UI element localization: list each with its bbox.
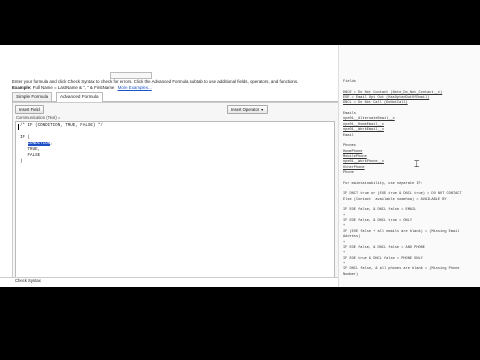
notes-line: +	[343, 251, 346, 256]
code-line: TRUE,	[20, 148, 41, 152]
notes-line: +	[343, 213, 346, 218]
code-line: /* IF (CONDITION, TRUE, FALSE) */	[20, 124, 103, 128]
notes-line: +	[343, 240, 346, 245]
example-text: Full Name = LastName & ", " & FirstName	[32, 85, 115, 90]
notes-line: DNCL = Do Not Call (DoNotCall)	[343, 101, 408, 106]
notes-line: Phones	[343, 144, 356, 149]
formula-textarea[interactable]: /* IF (CONDITION, TRUE, FALSE) */ IF ( C…	[15, 121, 335, 278]
notes-line: Email	[343, 133, 354, 138]
notes-line: npe01__AlternateEmail__c	[343, 117, 395, 122]
notes-line: EOE = Email Opt Out (HasOptedOutOfEmail)	[343, 96, 430, 101]
more-examples-link[interactable]: More Examples...	[118, 85, 152, 90]
text-cursor-icon: ⌶	[414, 159, 420, 169]
code-line: FALSE	[20, 154, 41, 158]
tab-simple-formula[interactable]: Simple Formula	[12, 92, 53, 101]
selected-token: CONDITION	[27, 142, 51, 146]
notes-line: MobilePhone	[343, 154, 367, 159]
check-syntax-button[interactable]: Check Syntax	[15, 278, 41, 283]
instructions-text: Enter your formula and click Check Synta…	[12, 79, 299, 84]
notes-line: npe01__WorkPhone__c	[343, 160, 384, 165]
notes-line: Else (Contact available somehow) = AVAIL…	[343, 197, 447, 202]
notes-line: IF (EOE false + all emails are blank) = …	[343, 229, 460, 234]
notes-line: IF DNCT true or (EOE true & DNCL true) =…	[343, 192, 462, 197]
notes-line: DNCE = Do Not Contact (Note_Do_Not_Conta…	[343, 90, 443, 95]
chevron-down-icon: ▼	[260, 108, 264, 112]
notes-line: Fields	[343, 80, 356, 84]
notes-line: +	[343, 224, 346, 229]
notes-line: For maintainability, use separate IF:	[343, 181, 423, 186]
notes-line: IF EOE false, & DNCL true = ONLY	[343, 219, 413, 224]
footer-bar	[0, 277, 338, 287]
formula-tabs: Simple Formula Advanced Formula	[12, 92, 338, 102]
field-caption: Communication (Text) =	[16, 115, 61, 120]
example-row: Example: Full Name = LastName & ", " & F…	[12, 85, 152, 90]
notes-line: HomePhone	[343, 149, 363, 154]
text-caret	[18, 124, 19, 130]
insert-operator-button[interactable]: Insert Operator ▼	[227, 105, 268, 114]
notes-panel: Fields DNCE = Do Not Contact (Note_Do_Not…	[338, 45, 480, 287]
code-line: IF (	[20, 136, 31, 140]
notes-line: Address)	[343, 235, 361, 240]
notes-line: npe01__HomeEmail__c	[343, 122, 384, 127]
code-line: )	[20, 160, 23, 164]
notes-line: npe01__WorkEmail__c	[343, 128, 384, 133]
notes-line: IF EOE false, & DNCL false = AND PHONE	[343, 245, 425, 250]
notes-line: +	[343, 261, 346, 266]
truncated-field[interactable]	[110, 72, 152, 79]
formula-editor-pane: Enter your formula and click Check Synta…	[0, 45, 340, 287]
notes-line: OtherPhone	[343, 165, 365, 170]
app-screen: Enter your formula and click Check Synta…	[0, 45, 480, 287]
example-label: Example:	[12, 85, 32, 90]
notes-line: IF EOE true & DNCL false = PHONE ONLY	[343, 256, 423, 261]
notes-line: IF DNCL false, & all phones are blank = …	[343, 267, 460, 272]
code-line-selected: CONDITION,	[27, 142, 53, 146]
notes-line: Phone	[343, 170, 354, 175]
formula-panel: Insert Field Insert Operator ▼ Communica…	[12, 102, 340, 279]
insert-field-button[interactable]: Insert Field	[15, 105, 44, 114]
insert-operator-label: Insert Operator	[231, 107, 260, 112]
tab-advanced-formula[interactable]: Advanced Formula	[56, 92, 103, 102]
notes-line: Number)	[343, 272, 359, 277]
notes-line: IF EOE false, & DNCL false = EMAIL	[343, 208, 417, 213]
notes-line: Emails	[343, 112, 356, 117]
